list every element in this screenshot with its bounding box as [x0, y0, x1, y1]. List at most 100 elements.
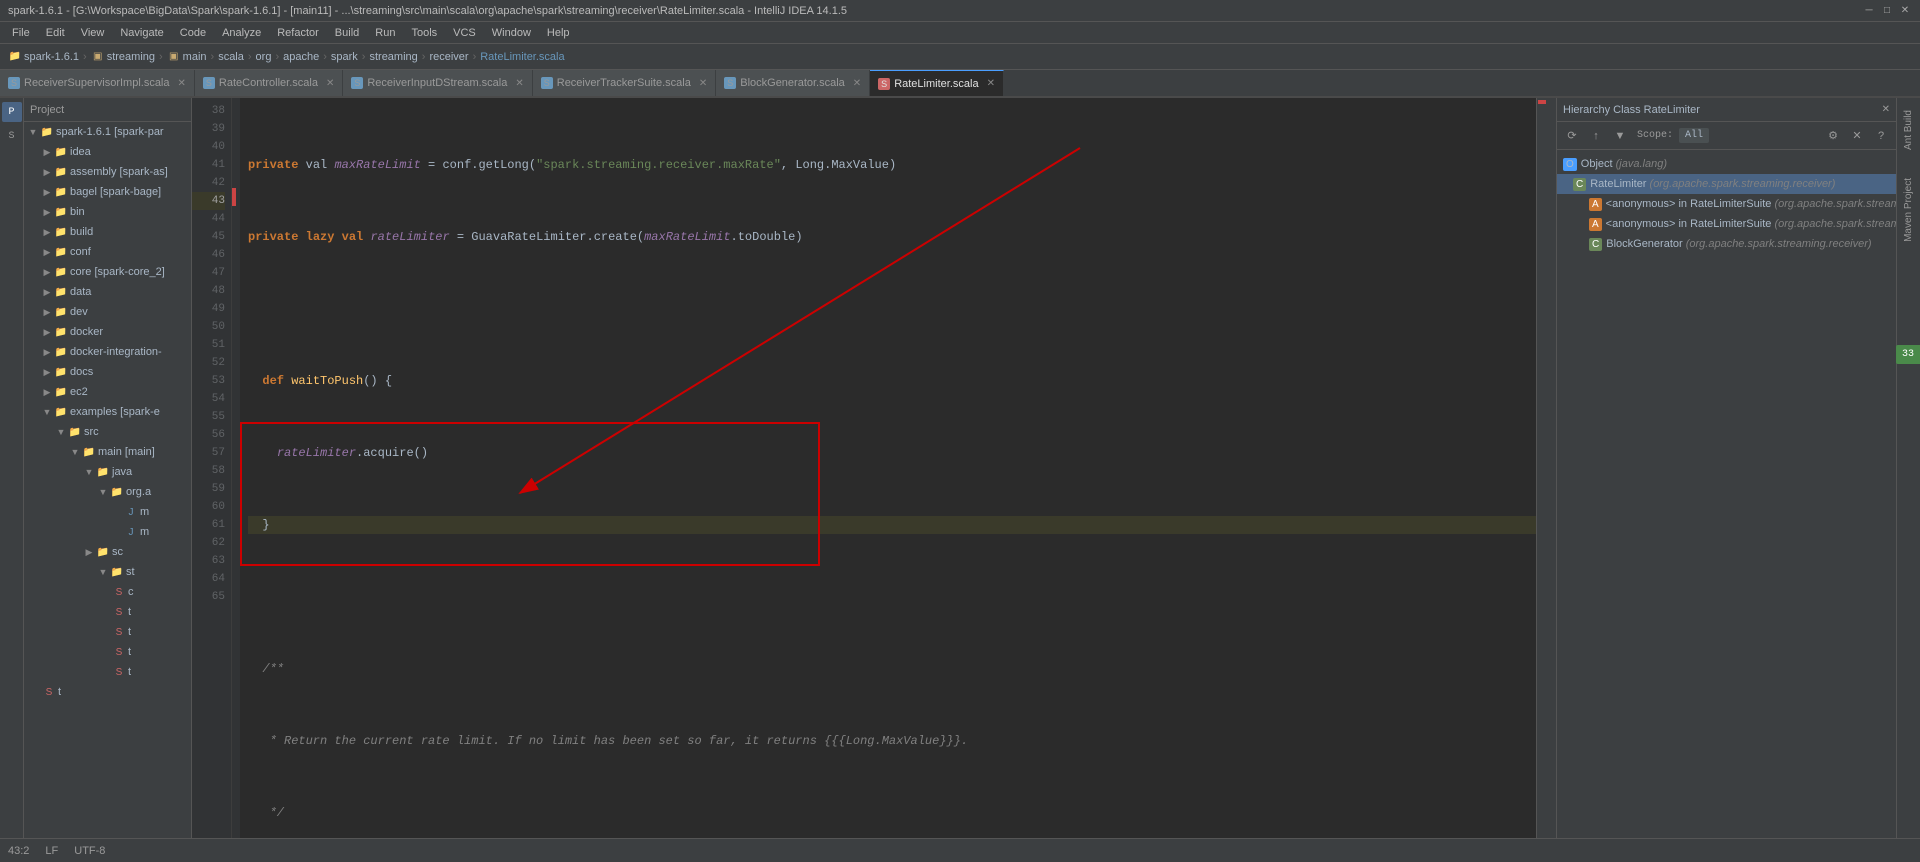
tree-item-idea[interactable]: ▶ 📁 idea [24, 142, 191, 162]
breadcrumb-org[interactable]: org [256, 51, 272, 63]
breadcrumb-spark[interactable]: 📁 spark-1.6.1 [8, 50, 79, 64]
tab-close-receivertracker[interactable]: ✕ [699, 78, 707, 89]
menu-tools[interactable]: Tools [403, 25, 445, 41]
hier-btn-3[interactable]: ▼ [1609, 125, 1631, 147]
tab-receiverinput[interactable]: S ReceiverInputDStream.scala ✕ [343, 70, 532, 96]
tree-item-assembly[interactable]: ▶ 📁 assembly [spark-as] [24, 162, 191, 182]
tab-close-receiverinput[interactable]: ✕ [515, 78, 523, 89]
tree-item-dev[interactable]: ▶ 📁 dev [24, 302, 191, 322]
menu-navigate[interactable]: Navigate [112, 25, 171, 41]
tab-close-receiversupervisor[interactable]: ✕ [178, 78, 186, 89]
hier-btn-2[interactable]: ↑ [1585, 125, 1607, 147]
breadcrumb-streaming[interactable]: ▣ streaming [91, 50, 155, 64]
maven-tab-label[interactable]: Maven Project [1899, 174, 1918, 246]
hier-btn-close[interactable]: ✕ [1846, 125, 1868, 147]
ln-51: 51 [192, 336, 225, 354]
tree-item-ec2[interactable]: ▶ 📁 ec2 [24, 382, 191, 402]
breadcrumb-apache[interactable]: apache [283, 51, 319, 63]
tree-item-main[interactable]: ▼ 📁 main [main] [24, 442, 191, 462]
vertical-scrollbar[interactable] [1548, 98, 1556, 838]
minimize-button[interactable]: ─ [1862, 4, 1876, 18]
tree-item-sc[interactable]: ▶ 📁 sc [24, 542, 191, 562]
tab-ratelimiter[interactable]: S RateLimiter.scala ✕ [870, 70, 1004, 96]
menu-window[interactable]: Window [484, 25, 539, 41]
tree-item-c1[interactable]: S c [24, 582, 191, 602]
expand-icon-bagel: ▶ [42, 187, 52, 198]
menu-build[interactable]: Build [327, 25, 367, 41]
hier-item-ratelimiter[interactable]: C RateLimiter (org.apache.spark.streamin… [1557, 174, 1896, 194]
tree-item-build[interactable]: ▶ 📁 build [24, 222, 191, 242]
tree-item-bin[interactable]: ▶ 📁 bin [24, 202, 191, 222]
code-line-46: * Return the current rate limit. If no l… [248, 732, 1536, 750]
project-tool-button[interactable]: P [2, 102, 22, 122]
hier-item-blockgen[interactable]: C BlockGenerator (org.apache.spark.strea… [1557, 234, 1896, 254]
tab-close-ratecontroller[interactable]: ✕ [326, 78, 334, 89]
tab-close-blockgenerator[interactable]: ✕ [853, 78, 861, 89]
structure-tool-button[interactable]: S [2, 126, 22, 146]
ln-61: 61 [192, 516, 225, 534]
tab-blockgenerator[interactable]: S BlockGenerator.scala ✕ [716, 70, 870, 96]
tab-receivertracker[interactable]: S ReceiverTrackerSuite.scala ✕ [533, 70, 716, 96]
breadcrumb-file[interactable]: RateLimiter.scala [480, 51, 564, 63]
menu-refactor[interactable]: Refactor [269, 25, 327, 41]
menu-help[interactable]: Help [539, 25, 578, 41]
hier-btn-1[interactable]: ⟳ [1561, 125, 1583, 147]
tree-item-t5[interactable]: S t [24, 682, 191, 702]
tree-item-examples[interactable]: ▼ 📁 examples [spark-e [24, 402, 191, 422]
menu-file[interactable]: File [4, 25, 38, 41]
tree-item-orga[interactable]: ▼ 📁 org.a [24, 482, 191, 502]
tree-item-conf[interactable]: ▶ 📁 conf [24, 242, 191, 262]
project-sidebar[interactable]: Project ▼ 📁 spark-1.6.1 [spark-par ▶ 📁 i… [24, 98, 192, 838]
tree-item-src[interactable]: ▼ 📁 src [24, 422, 191, 442]
menu-edit[interactable]: Edit [38, 25, 73, 41]
build-tab-label[interactable]: Ant Build [1899, 106, 1918, 154]
hierarchy-toolbar: ⟳ ↑ ▼ Scope: All ⚙ ✕ ? [1557, 122, 1896, 150]
tree-item-root[interactable]: ▼ 📁 spark-1.6.1 [spark-par [24, 122, 191, 142]
code-editor[interactable]: private val maxRateLimit = conf.getLong(… [240, 98, 1536, 838]
hierarchy-panel: Hierarchy Class RateLimiter ✕ ⟳ ↑ ▼ Scop… [1556, 98, 1896, 838]
hier-item-object[interactable]: O Object (java.lang) [1557, 154, 1896, 174]
tree-item-st[interactable]: ▼ 📁 st [24, 562, 191, 582]
tree-item-docker-int[interactable]: ▶ 📁 docker-integration- [24, 342, 191, 362]
breadcrumb-receiver[interactable]: receiver [429, 51, 468, 63]
tree-item-t1[interactable]: S t [24, 602, 191, 622]
tree-item-m2[interactable]: J m [24, 522, 191, 542]
close-button[interactable]: ✕ [1898, 4, 1912, 18]
breadcrumb-streaming2[interactable]: streaming [369, 51, 417, 63]
breadcrumb-main[interactable]: ▣ main [167, 50, 207, 64]
menu-code[interactable]: Code [172, 25, 214, 41]
scope-selector[interactable]: All [1679, 128, 1709, 143]
maven-indicator[interactable]: 33 [1896, 345, 1920, 364]
class-icon-ratelimiter: C [1573, 178, 1586, 191]
tab-close-ratelimiter[interactable]: ✕ [987, 78, 995, 89]
tree-item-t4[interactable]: S t [24, 662, 191, 682]
tree-item-t2[interactable]: S t [24, 622, 191, 642]
maximize-button[interactable]: □ [1880, 4, 1894, 18]
tree-item-m1[interactable]: J m [24, 502, 191, 522]
tree-item-docs[interactable]: ▶ 📁 docs [24, 362, 191, 382]
breadcrumb-spark2[interactable]: spark [331, 51, 358, 63]
breadcrumb-label-streaming2: streaming [369, 51, 417, 63]
menu-view[interactable]: View [73, 25, 113, 41]
hier-item-anon2[interactable]: A <anonymous> in RateLimiterSuite (org.a… [1557, 214, 1896, 234]
tree-item-core[interactable]: ▶ 📁 core [spark-core_2] [24, 262, 191, 282]
hier-label-anon2: <anonymous> in RateLimiterSuite (org.apa… [1606, 218, 1896, 230]
menu-analyze[interactable]: Analyze [214, 25, 269, 41]
breadcrumb-scala[interactable]: scala [218, 51, 244, 63]
tree-label-c1: c [128, 586, 134, 598]
tree-item-bagel[interactable]: ▶ 📁 bagel [spark-bage] [24, 182, 191, 202]
menu-vcs[interactable]: VCS [445, 25, 484, 41]
menu-run[interactable]: Run [367, 25, 403, 41]
expand-icon-hier[interactable]: ✕ [1882, 104, 1890, 115]
code-line-38: private val maxRateLimit = conf.getLong(… [248, 156, 1536, 174]
tab-receiversupervisor[interactable]: S ReceiverSupervisorImpl.scala ✕ [0, 70, 195, 96]
hier-btn-help[interactable]: ? [1870, 125, 1892, 147]
tree-item-java[interactable]: ▼ 📁 java [24, 462, 191, 482]
tab-ratecontroller[interactable]: S RateController.scala ✕ [195, 70, 343, 96]
hier-item-anon1[interactable]: A <anonymous> in RateLimiterSuite (org.a… [1557, 194, 1896, 214]
tree-item-docker[interactable]: ▶ 📁 docker [24, 322, 191, 342]
hier-btn-settings[interactable]: ⚙ [1822, 125, 1844, 147]
tree-item-t3[interactable]: S t [24, 642, 191, 662]
code-line-42: rateLimiter.acquire() [248, 444, 1536, 462]
tree-item-data[interactable]: ▶ 📁 data [24, 282, 191, 302]
